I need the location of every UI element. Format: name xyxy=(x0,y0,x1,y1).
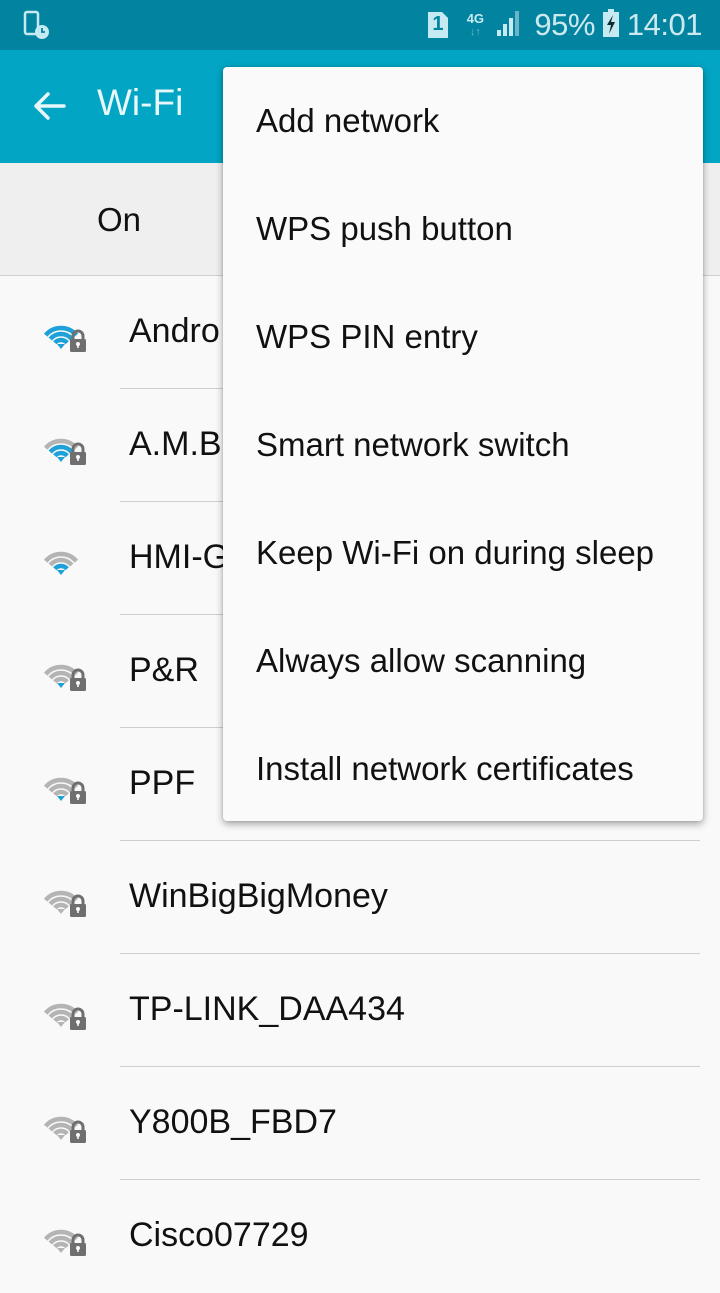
wifi-arc-inner xyxy=(53,676,69,684)
wifi-arc-inner xyxy=(53,1128,69,1136)
network-name: HMI-G xyxy=(129,538,230,576)
menu-item-keep-wifi-on-during-sleep[interactable]: Keep Wi-Fi on during sleep xyxy=(223,499,703,607)
sim-card-icon: 1 xyxy=(428,12,449,38)
wifi-dot xyxy=(57,796,65,801)
lock-icon xyxy=(70,1120,86,1143)
menu-item-always-allow-scanning[interactable]: Always allow scanning xyxy=(223,607,703,715)
network-name: A.M.B xyxy=(129,425,222,463)
lock-icon xyxy=(70,894,86,917)
wifi-arc-inner xyxy=(53,563,69,571)
cell-signal-icon xyxy=(496,10,522,41)
lock-icon xyxy=(70,442,86,465)
wifi-signal-icon xyxy=(40,425,88,465)
network-list-item[interactable]: Y800B_FBD7 xyxy=(0,1067,720,1180)
menu-item-wps-pin-entry[interactable]: WPS PIN entry xyxy=(223,283,703,391)
wifi-signal-icon xyxy=(40,1103,88,1143)
wifi-signal-icon xyxy=(40,1216,88,1256)
lock-icon xyxy=(70,668,86,691)
network-type-icon: 4G ↓↑ xyxy=(462,11,488,39)
lock-icon xyxy=(70,329,86,352)
arrow-back-icon xyxy=(34,92,66,120)
network-type-label: 4G xyxy=(466,11,485,26)
wifi-arc-inner xyxy=(53,337,69,345)
menu-item-wps-push-button[interactable]: WPS push button xyxy=(223,175,703,283)
back-button[interactable] xyxy=(30,86,70,126)
status-bar: 1 4G ↓↑ 95% 14:01 xyxy=(0,0,720,50)
wifi-arc-inner xyxy=(53,1015,69,1023)
wifi-dot xyxy=(57,1248,65,1253)
menu-item-add-network[interactable]: Add network xyxy=(223,67,703,175)
page-title: Wi-Fi xyxy=(97,82,184,123)
menu-item-smart-network-switch[interactable]: Smart network switch xyxy=(223,391,703,499)
battery-percent: 95% xyxy=(534,7,595,42)
sim-slot-number: 1 xyxy=(432,13,444,35)
wifi-dot xyxy=(57,683,65,688)
network-name: Cisco07729 xyxy=(129,1216,309,1254)
battery-charging-icon xyxy=(602,8,619,42)
data-activity-arrows-icon: ↓↑ xyxy=(469,26,481,38)
network-name: TP-LINK_DAA434 xyxy=(129,990,405,1028)
lock-icon xyxy=(70,1233,86,1256)
lock-icon xyxy=(70,1007,86,1030)
wifi-signal-icon xyxy=(40,312,88,352)
network-name: P&R xyxy=(129,651,199,689)
network-list-item[interactable]: TP-LINK_DAA434 xyxy=(0,954,720,1067)
wifi-dot xyxy=(57,457,65,462)
network-list-item[interactable]: Cisco07729 xyxy=(0,1180,720,1293)
wifi-dot xyxy=(57,1135,65,1140)
wifi-arc-inner xyxy=(53,789,69,797)
overflow-menu: Add network WPS push button WPS PIN entr… xyxy=(223,67,703,821)
wifi-signal-icon xyxy=(40,651,88,691)
clock: 14:01 xyxy=(626,7,703,42)
wifi-arc-inner xyxy=(53,902,69,910)
network-name: WinBigBigMoney xyxy=(129,877,388,915)
network-name: Andro xyxy=(129,312,220,350)
network-name: Y800B_FBD7 xyxy=(129,1103,337,1141)
wifi-signal-icon xyxy=(40,538,88,578)
wifi-dot xyxy=(57,570,65,575)
wifi-signal-icon xyxy=(40,990,88,1030)
network-name: PPF xyxy=(129,764,196,802)
network-list-item[interactable]: WinBigBigMoney xyxy=(0,841,720,954)
wifi-signal-icon xyxy=(40,877,88,917)
wifi-dot xyxy=(57,909,65,914)
menu-item-install-network-certificates[interactable]: Install network certificates xyxy=(223,715,703,823)
wifi-arc-inner xyxy=(53,450,69,458)
lock-icon xyxy=(70,781,86,804)
wifi-dot xyxy=(57,344,65,349)
wifi-signal-icon xyxy=(40,764,88,804)
device-schedule-icon xyxy=(22,10,52,45)
wifi-switch-label: On xyxy=(97,201,142,238)
wifi-dot xyxy=(57,1022,65,1027)
wifi-arc-inner xyxy=(53,1241,69,1249)
